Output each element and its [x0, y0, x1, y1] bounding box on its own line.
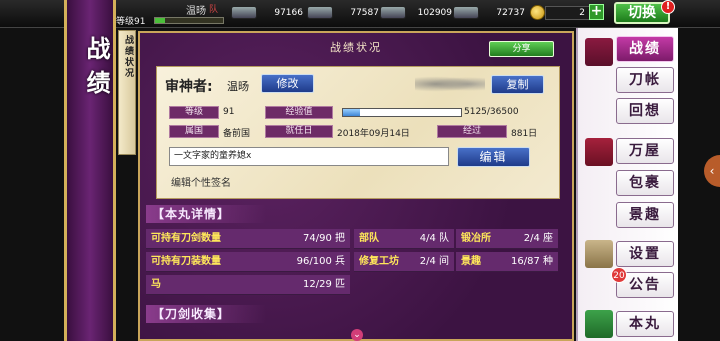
copy-button[interactable]: 复制: [491, 75, 544, 94]
start-date-tag: 就任日: [265, 125, 333, 138]
steel-icon: [307, 6, 333, 19]
ink-seal-icon: [415, 75, 485, 93]
menu-settings[interactable]: 设置: [616, 241, 674, 267]
scroll-tab[interactable]: 战绩状况: [118, 30, 136, 155]
edit-name-button[interactable]: 修改: [261, 74, 314, 93]
menu-recollection[interactable]: 回想: [616, 98, 674, 124]
level-progress-fill: [155, 18, 165, 23]
player-name: 温旸: [186, 6, 206, 17]
stat-row: 锻冶所 2/4 座: [456, 229, 558, 249]
elapsed-value: 881日: [511, 129, 538, 139]
record-book-icon: [585, 38, 613, 66]
stat-row: 景趣 16/87 种: [456, 252, 558, 272]
shop-curtain-icon: [585, 138, 613, 166]
chevron-down-icon[interactable]: ⌄: [351, 329, 363, 341]
menu-sword-ledger[interactable]: 刀帐: [616, 67, 674, 93]
citadel-section-title: 【本丸详情】: [146, 205, 266, 223]
resource-cooling-water: 102909: [380, 5, 452, 20]
sage-label: 审神者:: [165, 79, 213, 95]
signature-hint: 编辑个性签名: [171, 178, 231, 189]
elapsed-tag: 经过: [437, 125, 507, 138]
coin-count: 2: [545, 6, 590, 20]
menu-scenery[interactable]: 景趣: [616, 202, 674, 228]
stat-row: 修复工坊 2/4 间: [354, 252, 454, 272]
cooling-water-icon: [380, 6, 406, 19]
resource-whetstone: 72737: [453, 5, 525, 20]
add-coins-button[interactable]: +: [589, 4, 604, 20]
charcoal-icon: [231, 6, 257, 19]
stat-row: 部队 4/4 队: [354, 229, 454, 249]
share-button[interactable]: 分享: [489, 41, 554, 57]
resource-steel: 77587: [307, 5, 379, 20]
exp-progress-bar: [342, 108, 462, 117]
stat-row: 可持有刀剑数量 74/90 把: [146, 229, 350, 249]
sage-name: 温旸: [227, 80, 249, 93]
whetstone-icon: [453, 6, 479, 19]
menu-citadel[interactable]: 本丸: [616, 311, 674, 337]
stat-row: 马 12/29 匹: [146, 275, 350, 295]
menu-record[interactable]: 战绩: [616, 36, 674, 62]
level-value: 91: [223, 107, 235, 117]
record-panel: 战绩状况 分享 审神者: 温旸 修改 复制 等级 91 经验值 5125/365…: [138, 31, 574, 341]
notification-badge: 20: [611, 267, 627, 283]
resource-charcoal: 97166: [231, 5, 303, 20]
signature-field[interactable]: 一文字家的童养媳x: [169, 147, 449, 166]
exp-tag: 经验值: [265, 106, 333, 119]
affiliation-tag: 属国: [169, 125, 219, 138]
collection-section-title: 【刀剑收集】: [146, 305, 266, 323]
stat-row: 可持有刀装数量 96/100 兵: [146, 252, 350, 272]
menu-shop[interactable]: 万屋: [616, 138, 674, 164]
notice-board-icon: [585, 240, 613, 268]
start-date-value: 2018年09月14日: [337, 129, 410, 139]
affiliation-value: 备前国: [223, 129, 251, 139]
exp-progress-fill: [343, 109, 360, 116]
chevron-left-icon[interactable]: ‹: [704, 155, 720, 187]
level-label: 等级91: [116, 17, 146, 27]
team-tag: 队: [209, 5, 219, 15]
alert-badge: !: [661, 0, 675, 14]
coin-icon: [530, 5, 545, 20]
castle-icon: [585, 310, 613, 338]
profile-card: 审神者: 温旸 修改 复制 等级 91 经验值 5125/36500 属国 备前…: [156, 66, 560, 199]
exp-value: 5125/36500: [464, 107, 519, 117]
page-title: 战绩: [82, 36, 110, 104]
scroll-tab-label: 战绩状况: [123, 35, 133, 79]
menu-inventory[interactable]: 包裹: [616, 170, 674, 196]
level-progress-bar: [154, 17, 224, 24]
edit-signature-button[interactable]: 编辑: [457, 147, 530, 167]
level-tag: 等级: [169, 106, 219, 119]
